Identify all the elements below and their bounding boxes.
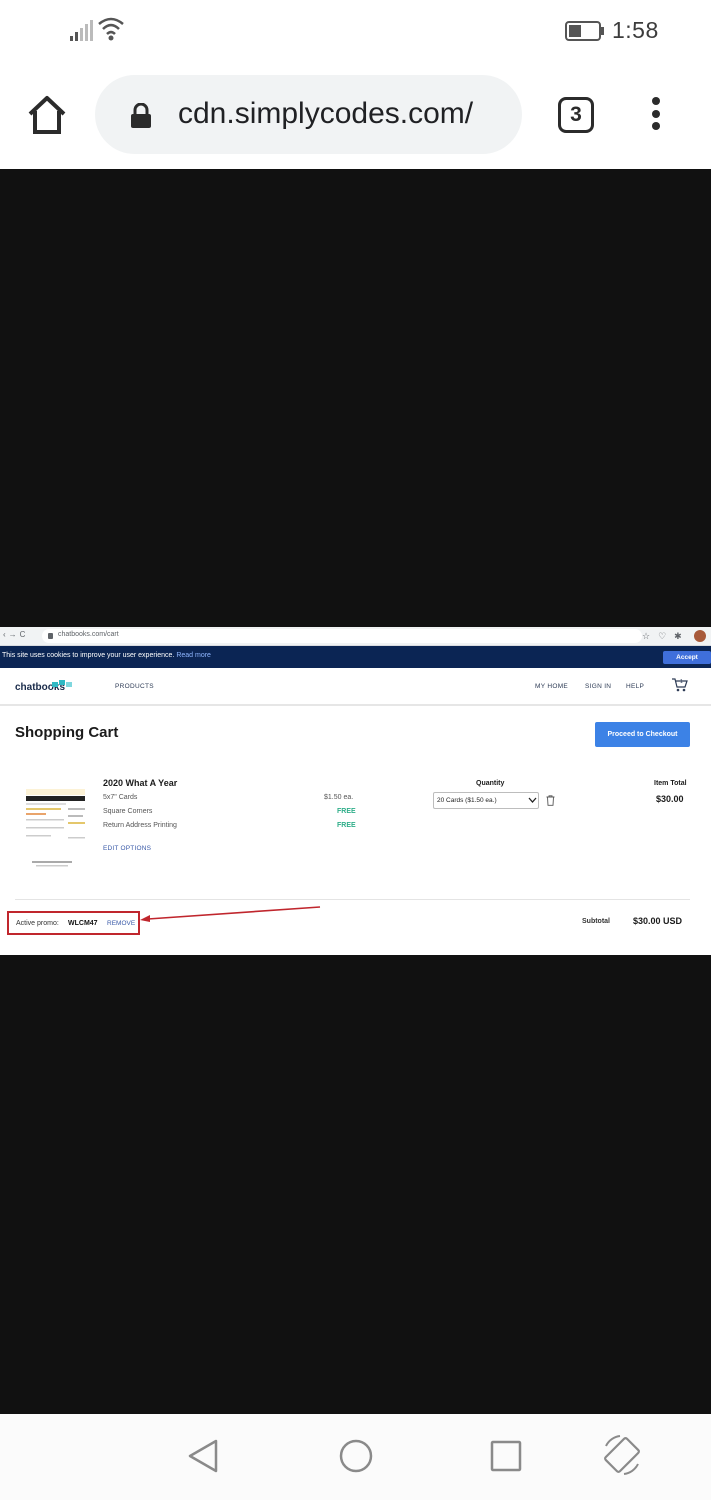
address-bar[interactable]: cdn.simplycodes.com/	[95, 75, 522, 154]
nav-my-home[interactable]: MY HOME	[535, 683, 568, 690]
nav-sign-in[interactable]: SIGN IN	[585, 683, 611, 690]
trash-icon[interactable]	[546, 795, 555, 806]
accept-cookies-button[interactable]: Accept	[663, 651, 711, 664]
promo-label: Active promo:	[16, 920, 59, 927]
page-title: Shopping Cart	[15, 724, 119, 741]
item-price-each: $1.50 ea.	[324, 794, 354, 801]
subtotal-value: $30.00 USD	[633, 916, 683, 926]
avatar	[694, 630, 706, 642]
quantity-value: 20 Cards ($1.50 ea.)	[437, 797, 497, 804]
quantity-label: Quantity	[476, 780, 505, 787]
battery-icon	[565, 21, 604, 41]
active-promo-highlight: Active promo: WLCM47 REMOVE	[7, 911, 140, 935]
lock-icon	[131, 103, 151, 128]
remove-promo-link[interactable]: REMOVE	[107, 920, 135, 927]
item-option-size: 5x7" Cards	[103, 794, 138, 801]
home-icon[interactable]	[26, 94, 68, 136]
nav-products[interactable]: PRODUCTS	[115, 683, 154, 690]
tab-switcher-button[interactable]: 3	[558, 97, 594, 133]
recent-apps-icon[interactable]	[490, 1440, 522, 1472]
subtotal-label: Subtotal	[582, 918, 610, 925]
embedded-nav-arrows-icon: ‹→C	[3, 630, 29, 639]
signal-icon	[70, 20, 93, 41]
video-viewer: ‹→C chatbooks.com/cart ☆♡✱ This site use…	[0, 169, 711, 1414]
embedded-extension-icons: ☆♡✱	[642, 631, 690, 641]
url-text: cdn.simplycodes.com/	[178, 97, 474, 130]
overflow-menu-icon[interactable]	[648, 97, 664, 133]
svg-text:1: 1	[680, 679, 683, 685]
site-header: chatbooks PRODUCTS MY HOME SIGN IN HELP …	[0, 668, 711, 706]
product-thumbnail[interactable]	[24, 787, 87, 877]
annotation-arrow-icon	[140, 906, 321, 922]
chevron-down-icon	[528, 797, 537, 803]
promo-code: WLCM47	[68, 920, 98, 927]
browser-toolbar: cdn.simplycodes.com/ 3	[0, 62, 711, 169]
square-corners-price: FREE	[337, 808, 356, 815]
back-icon[interactable]	[187, 1439, 219, 1473]
cookie-text: This site uses cookies to improve your u…	[2, 652, 211, 659]
proceed-to-checkout-button[interactable]: Proceed to Checkout	[595, 722, 690, 747]
item-total-value: $30.00	[656, 794, 684, 804]
logo-mark-icon	[52, 680, 72, 687]
embedded-browser-bar: ‹→C chatbooks.com/cart ☆♡✱	[0, 627, 711, 646]
nav-help[interactable]: HELP	[626, 683, 644, 690]
item-option-return-address: Return Address Printing	[103, 822, 177, 829]
item-name[interactable]: 2020 What A Year	[103, 778, 177, 788]
cookie-banner: This site uses cookies to improve your u…	[0, 646, 711, 668]
rotate-screen-icon[interactable]	[600, 1432, 644, 1478]
read-more-link[interactable]: Read more	[176, 652, 211, 659]
divider	[15, 899, 690, 900]
wifi-icon	[98, 17, 124, 41]
embedded-address-bar: chatbooks.com/cart	[42, 629, 642, 643]
edit-options-link[interactable]: EDIT OPTIONS	[103, 845, 151, 852]
status-bar: 1:58	[0, 0, 711, 62]
home-circle-icon[interactable]	[339, 1439, 373, 1473]
item-total-label: Item Total	[654, 780, 687, 787]
system-nav-bar	[0, 1414, 711, 1500]
embedded-lock-icon	[48, 633, 53, 639]
cart-icon[interactable]: 1	[672, 677, 688, 692]
embedded-screenshot: ‹→C chatbooks.com/cart ☆♡✱ This site use…	[0, 627, 711, 955]
quantity-select[interactable]: 20 Cards ($1.50 ea.)	[433, 792, 539, 809]
return-address-price: FREE	[337, 822, 356, 829]
clock: 1:58	[612, 17, 659, 43]
item-option-corners: Square Corners	[103, 808, 153, 815]
embedded-url: chatbooks.com/cart	[58, 631, 119, 638]
